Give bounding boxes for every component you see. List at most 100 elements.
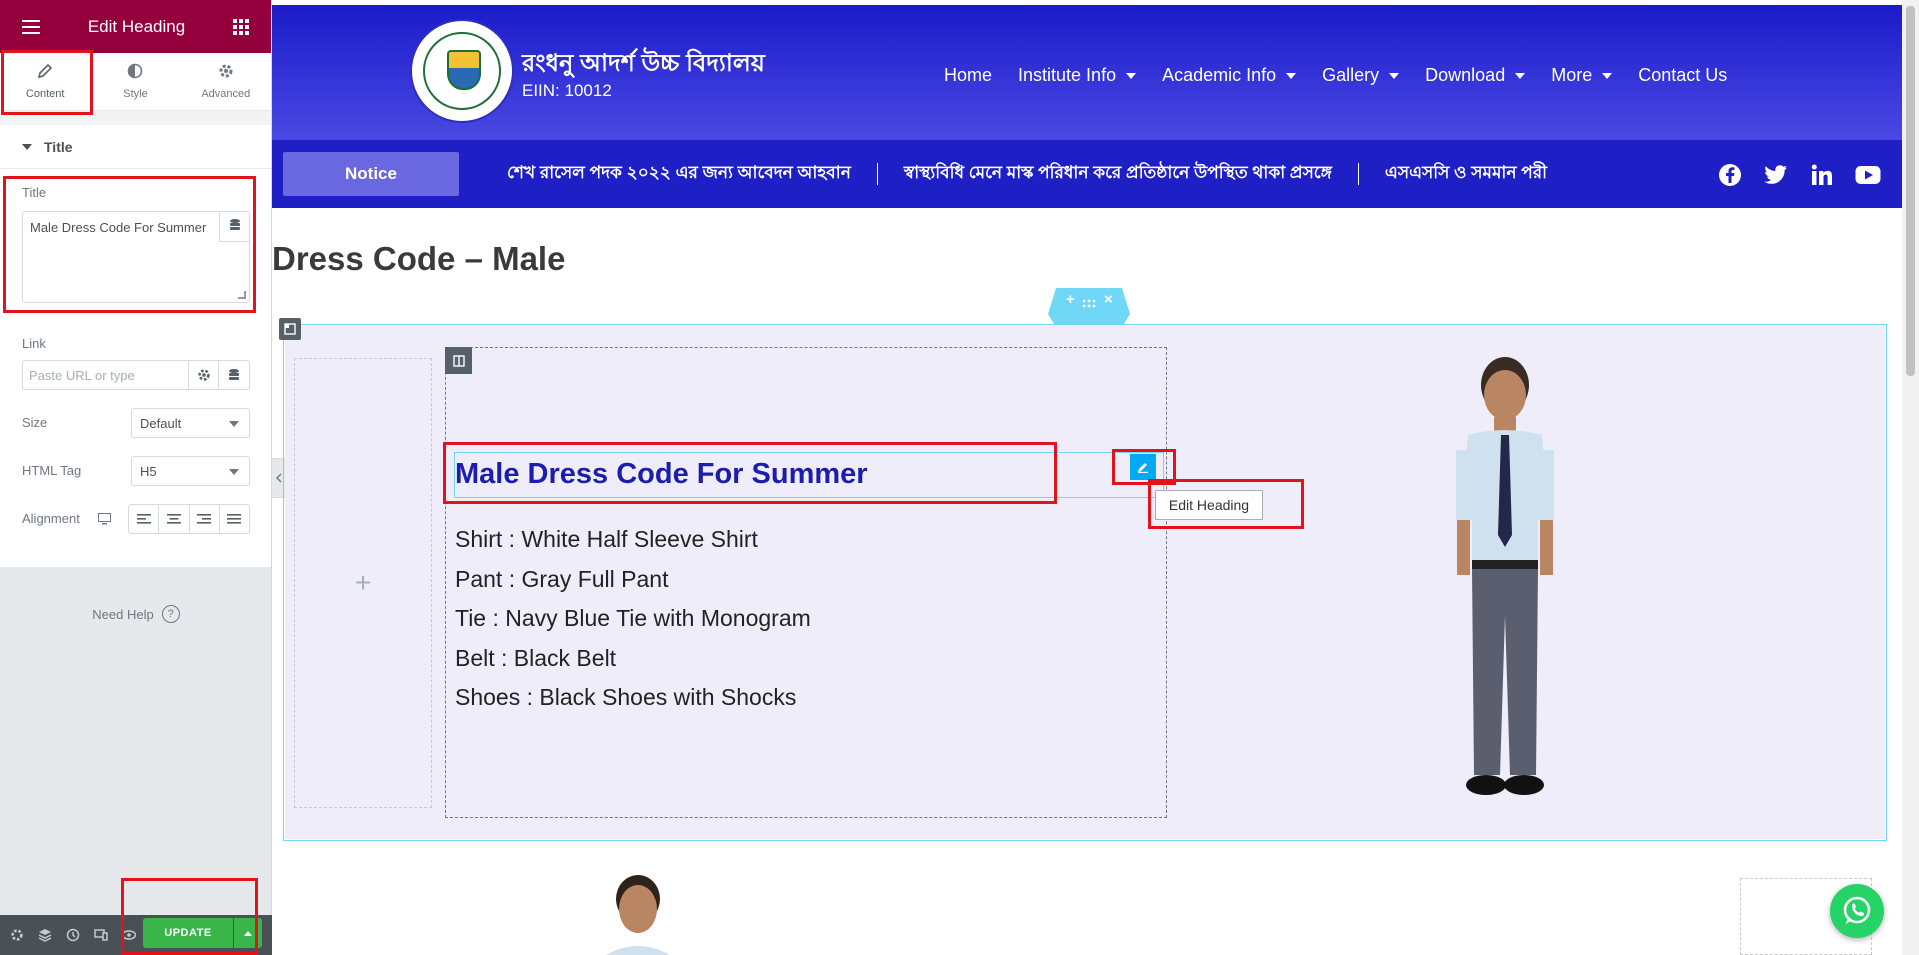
html-tag-value: H5 — [140, 464, 157, 479]
align-center-icon[interactable] — [159, 505, 190, 533]
align-right-icon[interactable] — [190, 505, 220, 533]
title-textarea[interactable]: Male Dress Code For Summer — [22, 211, 250, 303]
size-select[interactable]: Default — [131, 408, 250, 438]
add-section-icon[interactable]: + — [1066, 291, 1075, 308]
half-circle-icon — [127, 63, 143, 82]
notice-button[interactable]: Notice — [283, 152, 459, 196]
logo-emblem — [423, 32, 501, 110]
tab-content-label: Content — [25, 88, 65, 100]
tab-style[interactable]: Style — [90, 53, 180, 110]
section-toggle-title[interactable]: Title — [0, 125, 271, 169]
list-item: Belt : Black Belt — [455, 644, 617, 671]
nav-academic-info-label: Academic Info — [1162, 65, 1277, 85]
caret-up-icon — [244, 930, 252, 936]
chevron-down-icon — [229, 421, 239, 427]
page-scrollbar[interactable] — [1902, 0, 1919, 955]
shield-emblem-icon — [447, 50, 481, 90]
update-options-button[interactable] — [234, 918, 262, 948]
caret-down-icon — [22, 143, 32, 150]
eiin-number: EIIN: 10012 — [522, 81, 612, 100]
nav-download-label: Download — [1425, 65, 1506, 85]
need-help-link[interactable]: Need Help ? — [0, 605, 272, 623]
link-input[interactable]: Paste URL or type — [23, 361, 189, 389]
tab-content[interactable]: Content — [0, 53, 90, 110]
column-icon[interactable] — [445, 347, 472, 374]
panel-tabs: Content Style Advanced — [0, 53, 271, 111]
empty-column-add[interactable]: + — [294, 358, 432, 808]
html-tag-select[interactable]: H5 — [131, 456, 250, 486]
dress-code-heading[interactable]: Male Dress Code For Summer — [455, 458, 868, 491]
resize-grip-icon[interactable] — [238, 291, 246, 299]
layers-icon[interactable] — [36, 926, 54, 944]
social-links — [1717, 162, 1881, 188]
chevron-down-icon — [229, 469, 239, 475]
panel-gap — [0, 111, 271, 125]
ticker-item[interactable]: স্বাস্থ্যবিধি মেনে মাস্ক পরিধান করে প্রত… — [904, 160, 1332, 188]
nav-contact-us-label: Contact Us — [1638, 65, 1728, 85]
gear-icon — [218, 63, 234, 82]
nav-download[interactable]: Download — [1425, 65, 1526, 86]
widgets-grid-icon[interactable] — [233, 18, 249, 35]
question-icon: ? — [161, 605, 180, 623]
twitter-icon[interactable] — [1763, 162, 1789, 188]
section-handle: + × — [1044, 288, 1134, 324]
edit-heading-button[interactable] — [1130, 454, 1156, 480]
list-item: Shirt : White Half Sleeve Shirt — [455, 526, 758, 552]
need-help-label: Need Help — [92, 606, 154, 622]
link-dynamic-database-icon[interactable] — [219, 361, 249, 389]
nav-contact-us[interactable]: Contact Us — [1638, 65, 1727, 86]
panel-title: Edit Heading — [87, 16, 186, 36]
nav-more[interactable]: More — [1551, 65, 1613, 86]
nav-gallery[interactable]: Gallery — [1322, 65, 1400, 86]
size-label: Size — [22, 415, 48, 430]
hamburger-menu-icon[interactable] — [22, 19, 40, 34]
align-justify-icon[interactable] — [220, 505, 249, 533]
pencil-icon — [37, 63, 53, 82]
list-item: Tie : Navy Blue Tie with Monogram — [455, 605, 811, 631]
tab-advanced-label: Advanced — [201, 88, 251, 100]
responsive-mode-icon[interactable] — [92, 926, 110, 944]
alignment-buttons — [128, 504, 250, 534]
page-preview: রংধনু আদর্শ উচ্চ বিদ্যালয় EIIN: 10012 H… — [272, 0, 1919, 955]
history-icon[interactable] — [64, 926, 82, 944]
ticker-item[interactable]: এসএসসি ও সমমান পরী — [1385, 160, 1547, 188]
caret-down-icon — [1286, 72, 1297, 79]
nav-institute-info[interactable]: Institute Info — [1018, 65, 1137, 86]
settings-gear-icon[interactable] — [8, 926, 26, 944]
link-options-gear-icon[interactable] — [189, 361, 219, 389]
nav-home[interactable]: Home — [944, 65, 992, 86]
align-left-icon[interactable] — [129, 505, 160, 533]
link-label: Link — [22, 336, 46, 351]
school-logo[interactable] — [412, 21, 512, 121]
column-edit-handle[interactable] — [279, 318, 301, 340]
school-name[interactable]: রংধনু আদর্শ উচ্চ বিদ্যালয় — [522, 45, 765, 85]
dynamic-tags-button[interactable] — [219, 212, 249, 242]
tab-advanced[interactable]: Advanced — [181, 53, 271, 110]
youtube-icon[interactable] — [1855, 162, 1881, 188]
ticker-item[interactable]: শেখ রাসেল পদক ২০২২ এর জন্য আবেদন আহবান — [507, 160, 851, 188]
link-url-field[interactable]: Paste URL or type — [22, 360, 250, 390]
site-header: রংধনু আদর্শ উচ্চ বিদ্যালয় EIIN: 10012 H… — [272, 5, 1902, 140]
size-value: Default — [140, 416, 182, 431]
list-item: Shoes : Black Shoes with Shocks — [455, 684, 797, 710]
main-navigation: Home Institute Info Academic Info Galler… — [944, 65, 1727, 86]
nav-academic-info[interactable]: Academic Info — [1162, 65, 1297, 86]
update-button[interactable]: UPDATE — [143, 918, 233, 948]
preview-eye-icon[interactable] — [120, 926, 138, 944]
facebook-icon[interactable] — [1717, 162, 1743, 188]
delete-section-icon[interactable]: × — [1104, 291, 1113, 308]
scrollbar-thumb[interactable] — [1906, 6, 1915, 376]
drag-handle-icon[interactable] — [1082, 296, 1096, 314]
section-title-label: Title — [44, 138, 73, 155]
student-photo — [1430, 355, 1580, 810]
whatsapp-chat-button[interactable] — [1830, 884, 1884, 938]
title-value: Male Dress Code For Summer — [30, 220, 207, 235]
elementor-panel: Edit Heading Content Style Advanced Titl… — [0, 0, 272, 955]
dress-code-list: Shirt : White Half Sleeve Shirt Pant : G… — [455, 520, 811, 718]
desktop-icon[interactable] — [98, 512, 111, 530]
database-icon — [229, 218, 241, 236]
plus-icon: + — [354, 567, 372, 598]
linkedin-icon[interactable] — [1809, 162, 1835, 188]
caret-down-icon — [1126, 72, 1137, 79]
ticker-divider — [1357, 163, 1359, 185]
